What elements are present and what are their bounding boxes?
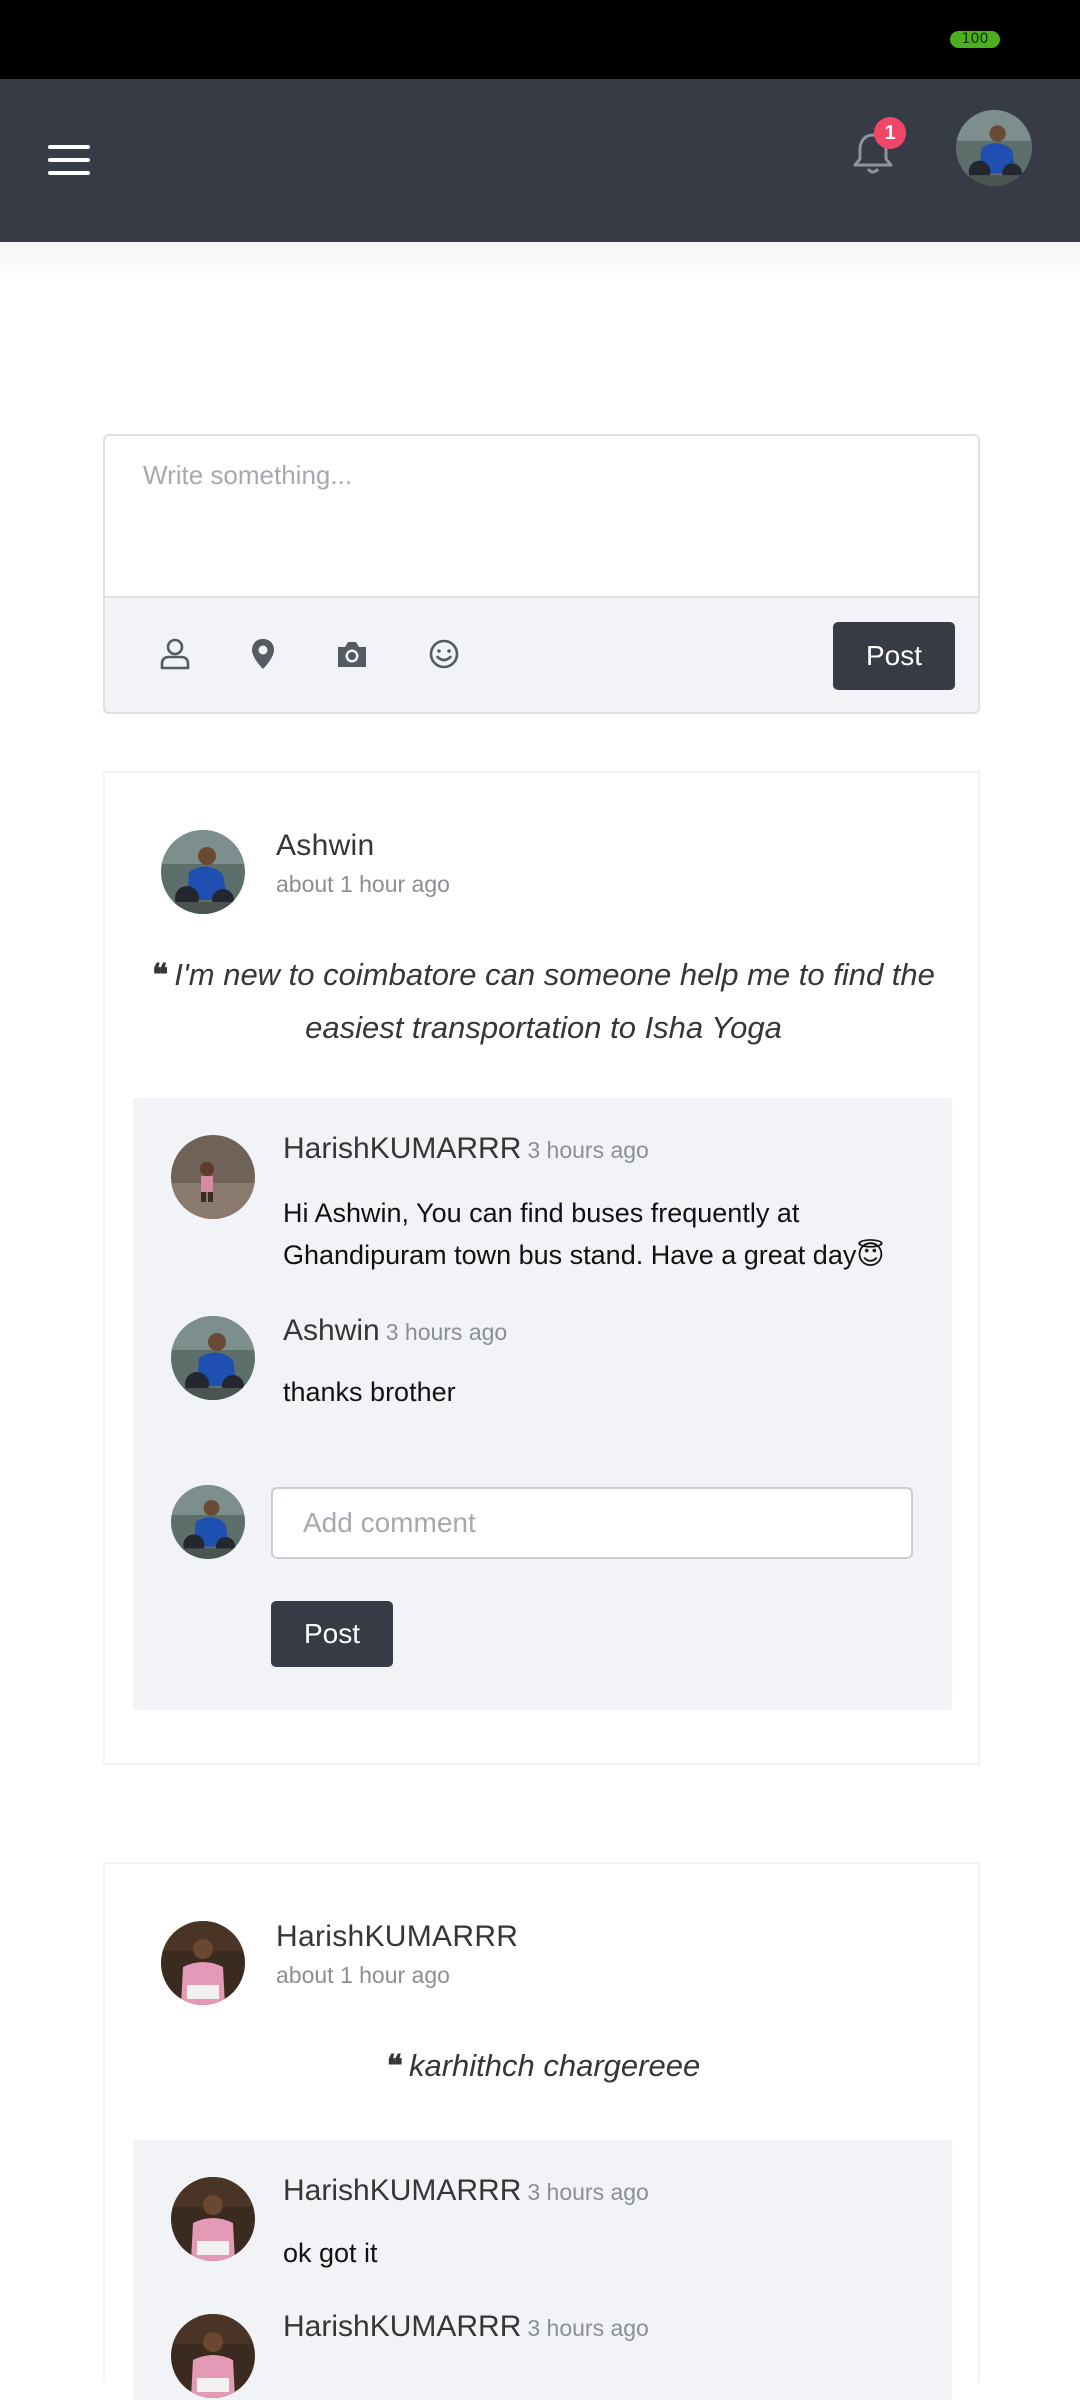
comment-author: HarishKUMARRR 3 hours ago — [283, 2310, 649, 2344]
comment-text: Hi Ashwin, You can find buses frequently… — [283, 1198, 885, 1270]
comment-author-name[interactable]: HarishKUMARRR — [283, 2174, 521, 2207]
post-text: I'm new to coimbatore can someone help m… — [174, 957, 935, 1045]
comment-text: ok got it — [283, 2238, 378, 2268]
comment-author: HarishKUMARRR 3 hours ago — [283, 2174, 649, 2208]
post-text-input[interactable] — [105, 436, 978, 598]
comment-author: Ashwin 3 hours ago — [283, 1314, 507, 1348]
post-card: HarishKUMARRR about 1 hour ago ❝ karhithc… — [103, 1862, 980, 2400]
comment-author-name[interactable]: HarishKUMARRR — [283, 2310, 521, 2343]
post-composer: Post — [103, 434, 980, 714]
post-text: karhithch chargereee — [408, 2048, 701, 2083]
notification-badge: 1 — [874, 117, 906, 149]
post-author-name[interactable]: HarishKUMARRR — [276, 1920, 518, 1954]
comment-avatar[interactable] — [171, 2314, 255, 2398]
post-timestamp: about 1 hour ago — [276, 1962, 450, 1988]
comment-avatar[interactable] — [171, 1316, 255, 1400]
comment-author-name[interactable]: HarishKUMARRR — [283, 1132, 521, 1165]
post-author-avatar[interactable] — [161, 830, 245, 914]
comments-panel: HarishKUMARRR 3 hours ago ok got it Haris… — [133, 2140, 952, 2400]
comment-author: HarishKUMARRR 3 hours ago — [283, 1132, 649, 1166]
comment-timestamp: 3 hours ago — [527, 2315, 649, 2341]
post-body: ❝ I'm new to coimbatore can someone help … — [145, 949, 942, 1054]
status-bar: 100 — [0, 0, 1080, 79]
comment-avatar[interactable] — [171, 2177, 255, 2261]
post-author-avatar[interactable] — [161, 1921, 245, 2005]
comment-author-name[interactable]: Ashwin — [283, 1314, 380, 1347]
comment-text: thanks brother — [283, 1377, 456, 1407]
comments-panel: HarishKUMARRR 3 hours ago Hi Ashwin, You … — [133, 1098, 952, 1710]
navbar-shadow — [0, 242, 1080, 282]
smiley-icon[interactable] — [426, 636, 462, 672]
post-author-name[interactable]: Ashwin — [276, 829, 375, 863]
user-icon[interactable] — [157, 636, 193, 672]
user-avatar[interactable] — [956, 110, 1032, 186]
camera-icon[interactable] — [334, 636, 370, 672]
menu-icon[interactable] — [48, 143, 92, 177]
comment-post-button[interactable]: Post — [271, 1601, 393, 1667]
add-comment-input[interactable] — [271, 1487, 913, 1559]
current-user-avatar — [171, 1485, 245, 1559]
quote-icon: ❝ — [386, 2049, 403, 2084]
location-icon[interactable] — [245, 636, 281, 672]
post-body: ❝ karhithch chargereee — [145, 2040, 942, 2093]
comment-timestamp: 3 hours ago — [527, 2179, 649, 2205]
comment-avatar[interactable] — [171, 1135, 255, 1219]
quote-icon: ❝ — [152, 958, 169, 993]
post-button[interactable]: Post — [833, 622, 955, 690]
navbar: 1 — [0, 79, 1080, 242]
comment-timestamp: 3 hours ago — [527, 1137, 649, 1163]
post-card: Ashwin about 1 hour ago ❝ I'm new to coim… — [103, 771, 980, 1765]
comment-timestamp: 3 hours ago — [385, 1319, 508, 1345]
post-timestamp: about 1 hour ago — [276, 871, 450, 897]
battery-icon: 100 — [950, 31, 1000, 48]
